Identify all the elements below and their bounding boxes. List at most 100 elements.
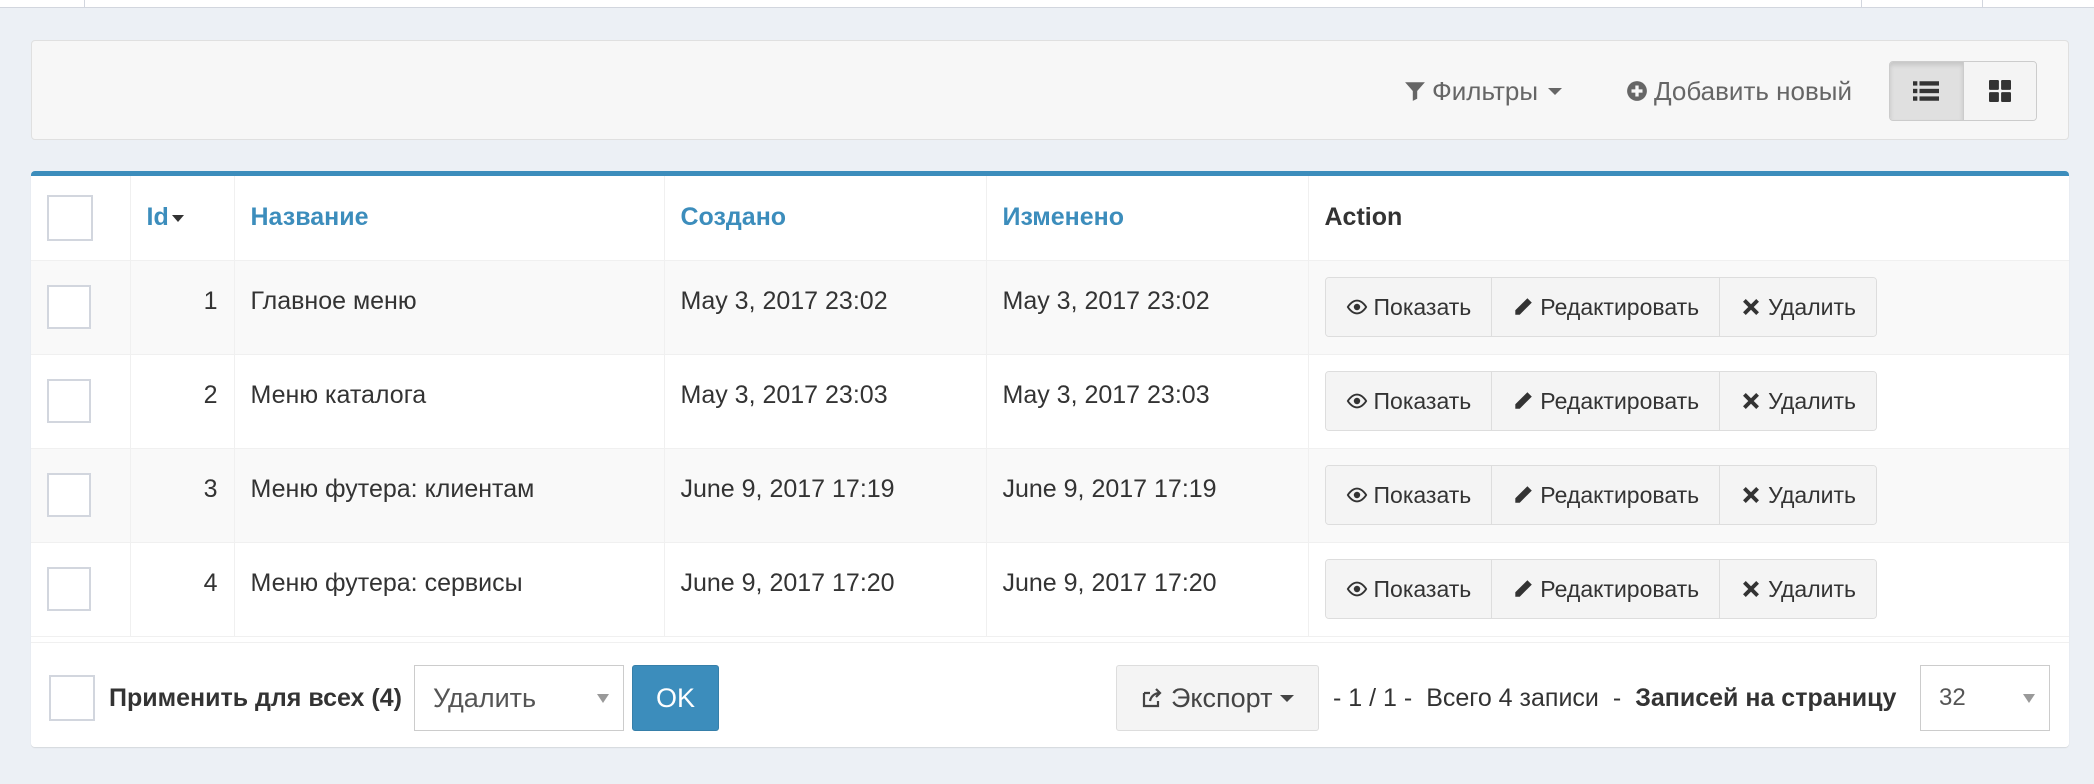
export-button-wrap: Экспорт [1116, 665, 1320, 731]
id-cell: 1 [130, 260, 235, 355]
row-action-buttons: Показать Редактировать Удалить [1324, 277, 1877, 337]
show-button[interactable]: Показать [1325, 560, 1492, 618]
pencil-icon [1515, 298, 1533, 315]
filters-label: Фильтры [1432, 75, 1539, 106]
share-icon [1142, 688, 1162, 708]
table-row: 3 Меню футера: клиентам June 9, 2017 17:… [31, 448, 2069, 543]
updated-cell: May 3, 2017 23:02 [986, 260, 1309, 355]
total-records-text: Всего 4 записи [1426, 683, 1599, 712]
view-mode-toggle [1889, 61, 2037, 121]
name-cell: Главное меню [234, 260, 665, 355]
select-all-checkbox[interactable] [47, 194, 93, 241]
apply-all-checkbox[interactable] [49, 675, 95, 721]
row-checkbox[interactable] [47, 285, 91, 329]
filters-dropdown[interactable]: Фильтры [1404, 41, 1563, 141]
column-header-id[interactable]: Id [130, 176, 235, 261]
delete-button[interactable]: Удалить [1719, 372, 1876, 430]
eye-icon [1346, 393, 1367, 409]
separator-dash: - [1612, 683, 1622, 712]
grid-icon [1988, 80, 2011, 102]
export-dropdown[interactable]: Экспорт [1116, 665, 1320, 731]
batch-action-select-wrap: Удалить [414, 665, 624, 731]
batch-actions-footer: Применить для всех (4) Удалить OK Экспор… [31, 642, 2069, 747]
close-icon [1743, 487, 1760, 503]
per-page-select[interactable]: 32 [1920, 665, 2050, 731]
column-header-created[interactable]: Создано [664, 176, 987, 261]
row-checkbox[interactable] [47, 379, 91, 423]
row-action-buttons: Показать Редактировать Удалить [1324, 559, 1877, 619]
navbar-divider [1982, 0, 1983, 8]
eye-icon [1346, 581, 1367, 597]
name-cell: Меню футера: клиентам [234, 448, 665, 543]
created-cell: May 3, 2017 23:02 [664, 260, 987, 355]
grid-view-button[interactable] [1962, 62, 2036, 120]
batch-action-select[interactable]: Удалить [414, 665, 624, 731]
delete-label: Удалить [1768, 481, 1856, 508]
delete-button[interactable]: Удалить [1719, 560, 1876, 618]
row-select-cell [31, 542, 131, 637]
chevron-down-icon [1280, 694, 1295, 702]
show-button[interactable]: Показать [1325, 372, 1492, 430]
delete-button[interactable]: Удалить [1719, 278, 1876, 336]
show-button[interactable]: Показать [1325, 466, 1492, 524]
ok-button[interactable]: OK [632, 665, 719, 731]
close-icon [1743, 299, 1760, 315]
pencil-icon [1515, 486, 1533, 503]
column-header-action: Action [1308, 176, 2069, 261]
row-select-cell [31, 448, 131, 543]
name-cell: Меню футера: сервисы [234, 542, 665, 637]
filter-icon [1405, 82, 1425, 101]
edit-button[interactable]: Редактировать [1491, 466, 1720, 524]
column-updated-label: Изменено [1002, 203, 1125, 232]
delete-label: Удалить [1768, 293, 1856, 320]
table-row: 2 Меню каталога May 3, 2017 23:03 May 3,… [31, 354, 2069, 449]
row-action-buttons: Показать Редактировать Удалить [1324, 371, 1877, 431]
add-new-button[interactable]: Добавить новый [1626, 41, 1852, 141]
show-button[interactable]: Показать [1325, 278, 1492, 336]
per-page-select-wrap: 32 [1920, 665, 2050, 731]
column-id-label: Id [146, 203, 169, 232]
export-label: Экспорт [1171, 682, 1273, 713]
delete-label: Удалить [1768, 387, 1856, 414]
pagination-text: - 1 / 1 - [1333, 683, 1413, 712]
show-label: Показать [1373, 575, 1472, 602]
column-header-updated[interactable]: Изменено [986, 176, 1309, 261]
table-row: 1 Главное меню May 3, 2017 23:02 May 3, … [31, 260, 2069, 355]
column-header-name[interactable]: Название [234, 176, 665, 261]
delete-button[interactable]: Удалить [1719, 466, 1876, 524]
list-view-button[interactable] [1890, 62, 1963, 120]
list-icon [1913, 81, 1940, 101]
actions-cell: Показать Редактировать Удалить [1308, 542, 2069, 637]
edit-button[interactable]: Редактировать [1491, 560, 1720, 618]
sort-desc-icon [171, 215, 184, 223]
ok-button-wrap: OK [632, 665, 719, 731]
created-cell: June 9, 2017 17:19 [664, 448, 987, 543]
batch-action-value: Удалить [433, 682, 537, 713]
updated-cell: June 9, 2017 17:19 [986, 448, 1309, 543]
edit-button[interactable]: Редактировать [1491, 278, 1720, 336]
apply-all-label: Применить для всех (4) [109, 683, 402, 712]
column-created-label: Создано [680, 203, 787, 232]
select-all-cell [31, 176, 131, 261]
navbar-divider [1861, 0, 1862, 8]
id-cell: 2 [130, 354, 235, 449]
edit-button[interactable]: Редактировать [1491, 372, 1720, 430]
edit-label: Редактировать [1540, 293, 1700, 320]
row-checkbox[interactable] [47, 473, 91, 517]
column-name-label: Название [250, 203, 369, 232]
created-cell: May 3, 2017 23:03 [664, 354, 987, 449]
created-cell: June 9, 2017 17:20 [664, 542, 987, 637]
edit-label: Редактировать [1540, 575, 1700, 602]
plus-circle-icon [1627, 81, 1647, 101]
show-label: Показать [1373, 481, 1472, 508]
actions-cell: Показать Редактировать Удалить [1308, 354, 2069, 449]
id-cell: 3 [130, 448, 235, 543]
close-icon [1743, 581, 1760, 597]
per-page-value: 32 [1939, 684, 1966, 711]
row-checkbox[interactable] [47, 567, 91, 611]
eye-icon [1346, 299, 1367, 315]
pencil-icon [1515, 580, 1533, 597]
close-icon [1743, 393, 1760, 409]
table-header-row: Id Название Создано Изменено Action [31, 176, 2069, 261]
add-new-label: Добавить новый [1654, 75, 1852, 106]
